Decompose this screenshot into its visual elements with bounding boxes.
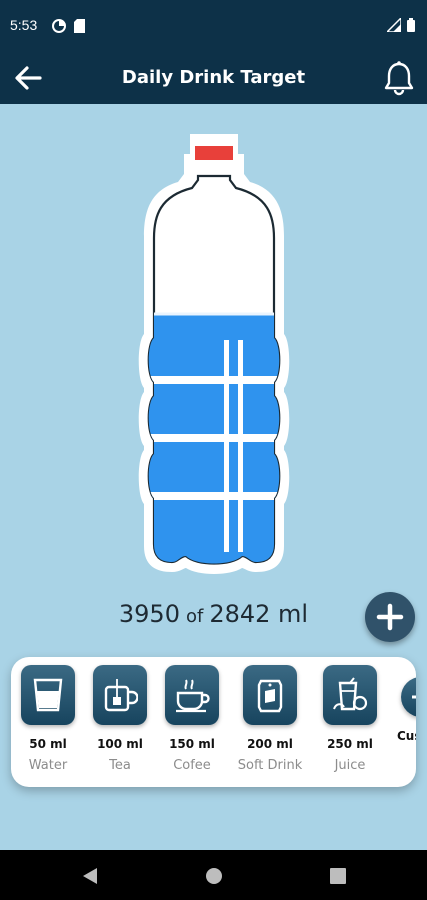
- drink-option-juice[interactable]: 250 ml Juice: [313, 665, 387, 773]
- nav-recents-icon[interactable]: [330, 868, 346, 888]
- drink-option-tea[interactable]: 100 ml Tea: [83, 665, 157, 773]
- of-label: of: [185, 606, 204, 627]
- page-title: Daily Drink Target: [121, 67, 306, 88]
- drink-tile: [93, 665, 147, 725]
- data-saver-icon: [52, 18, 66, 37]
- drink-name: Soft Drink: [237, 758, 303, 773]
- drink-amount: 50 ml: [29, 737, 67, 751]
- intake-progress: 3950 of 2842 ml: [0, 600, 427, 628]
- battery-icon: [407, 17, 415, 36]
- status-bar: 5:53: [0, 0, 427, 52]
- drink-tile: [401, 677, 416, 717]
- drink-amount: 200 ml: [247, 737, 293, 751]
- drink-tile: [243, 665, 297, 725]
- target-intake: 2842: [209, 600, 271, 628]
- drink-amount: Cus: [397, 729, 416, 743]
- add-drink-button[interactable]: [365, 592, 415, 642]
- drink-tile: [323, 665, 377, 725]
- drink-option-coffee[interactable]: 150 ml Cofee: [155, 665, 229, 773]
- drink-option-water[interactable]: 50 ml Water: [11, 665, 85, 773]
- current-intake: 3950: [118, 600, 180, 628]
- drink-options-panel[interactable]: 50 ml Water 100 ml Tea 150 ml Cofee 200 …: [11, 657, 416, 787]
- unit-label: ml: [278, 600, 309, 628]
- bottle-cap: [195, 146, 233, 160]
- bottle-graphic: [138, 134, 290, 574]
- water-fill: [148, 312, 280, 564]
- system-nav-bar: [0, 850, 427, 900]
- drink-name: Cofee: [173, 758, 211, 773]
- drink-amount: 150 ml: [169, 737, 215, 751]
- drink-name: Tea: [109, 758, 131, 773]
- status-time: 5:53: [10, 17, 38, 33]
- app-bar: Daily Drink Target: [0, 52, 427, 104]
- signal-icon: [385, 16, 402, 36]
- sim-card-icon: [74, 18, 85, 37]
- drink-tile: [165, 665, 219, 725]
- drink-name: Juice: [334, 758, 366, 773]
- drink-option-custom[interactable]: Cus: [385, 665, 416, 750]
- drink-tile: [21, 665, 75, 725]
- drink-amount: 100 ml: [97, 737, 143, 751]
- nav-home-icon[interactable]: [205, 867, 223, 889]
- drink-name: Water: [28, 758, 68, 773]
- bell-icon: [383, 61, 415, 100]
- notification-button[interactable]: [383, 60, 415, 96]
- drink-amount: 250 ml: [327, 737, 373, 751]
- drink-option-soft-drink[interactable]: 200 ml Soft Drink: [233, 665, 307, 773]
- water-bottle: [138, 130, 290, 580]
- nav-back-icon[interactable]: [82, 867, 98, 889]
